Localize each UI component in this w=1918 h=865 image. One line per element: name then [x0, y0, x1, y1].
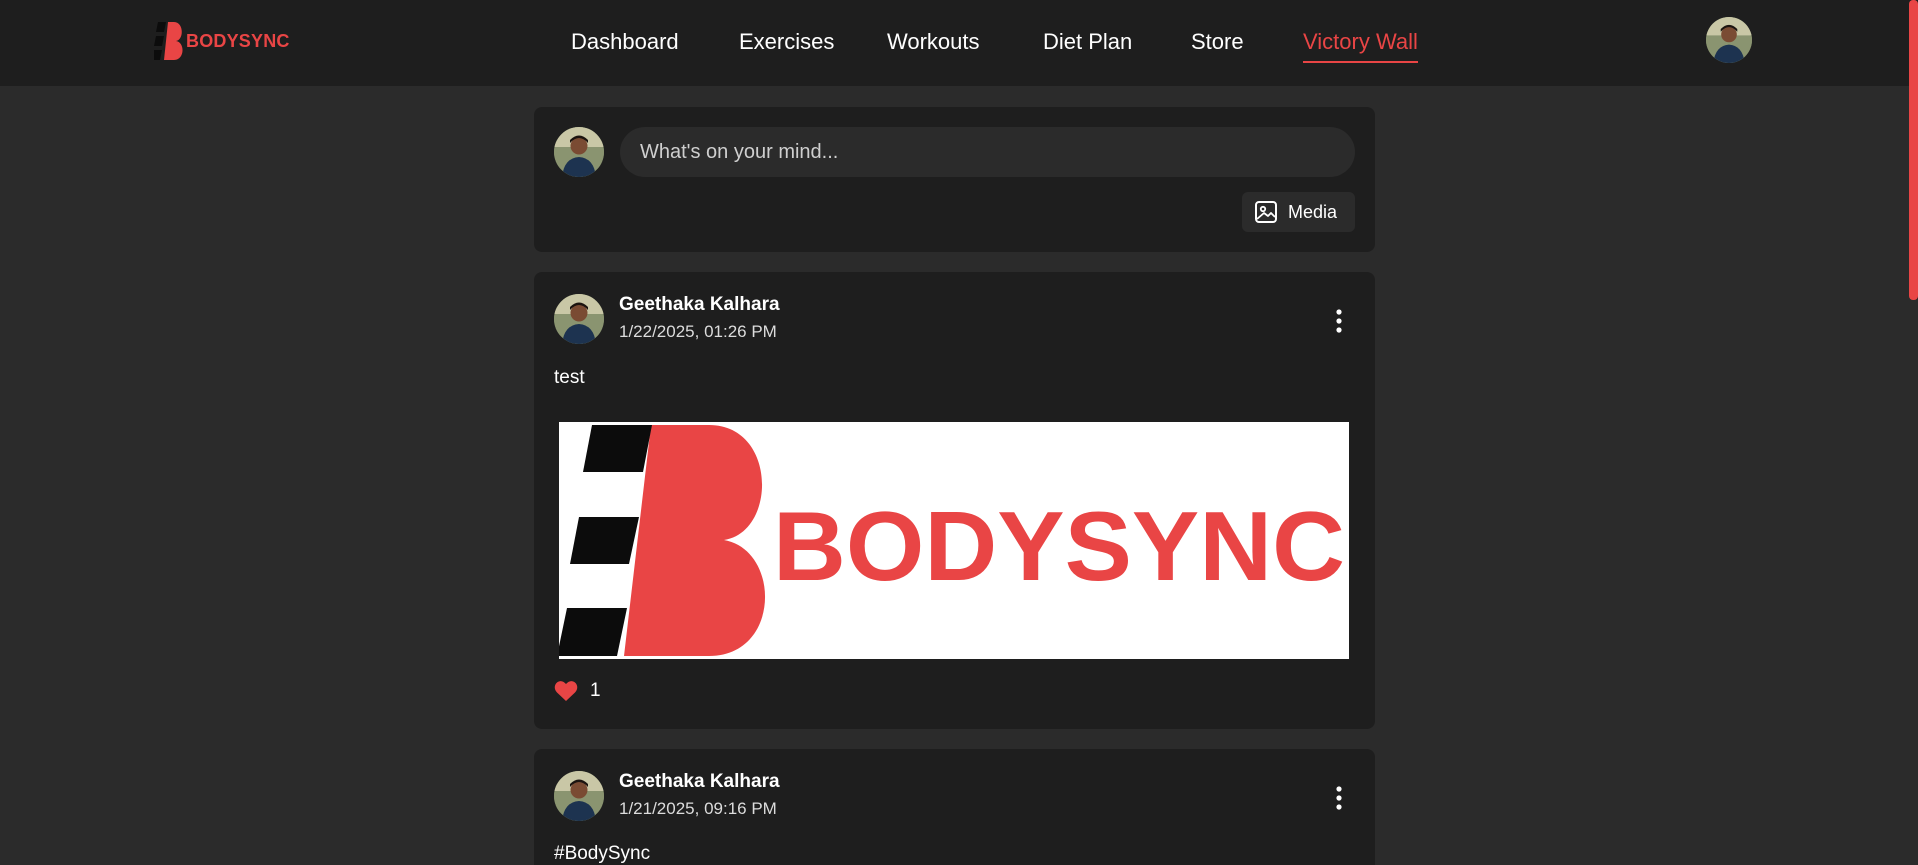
nav-diet-plan[interactable]: Diet Plan [1043, 27, 1132, 57]
post-timestamp: 1/22/2025, 01:26 PM [619, 322, 777, 341]
post-image-text: BODYSYNC [773, 491, 1345, 601]
post-text: test [554, 367, 585, 388]
bodysync-logo-image: BODYSYNC [559, 422, 1349, 659]
post-author-name[interactable]: Geethaka Kalhara [619, 771, 780, 793]
profile-avatar[interactable] [1706, 17, 1752, 63]
top-navbar: BODYSYNC Dashboard Exercises Workouts Di… [0, 0, 1918, 86]
post-input[interactable]: What's on your mind... [620, 127, 1355, 177]
like-count: 1 [590, 680, 601, 701]
media-button[interactable]: Media [1242, 192, 1355, 232]
image-icon [1255, 201, 1277, 223]
user-avatar-icon [554, 127, 604, 177]
heart-icon [554, 681, 578, 701]
post-card: Geethaka Kalhara 1/21/2025, 09:16 PM #Bo… [534, 749, 1375, 865]
user-avatar-icon [1706, 17, 1752, 63]
post-card: Geethaka Kalhara 1/22/2025, 01:26 PM tes… [534, 272, 1375, 729]
media-label: Media [1288, 201, 1338, 222]
post-composer: What's on your mind... Media [534, 107, 1375, 252]
page-scrollbar[interactable] [1909, 0, 1918, 300]
nav-exercises[interactable]: Exercises [739, 27, 834, 57]
post-image[interactable]: BODYSYNC [559, 422, 1349, 659]
more-options-icon[interactable] [1333, 785, 1345, 811]
more-options-icon[interactable] [1333, 308, 1345, 334]
post-text: #BodySync [554, 843, 651, 864]
composer-avatar [554, 127, 604, 177]
user-avatar-icon [554, 294, 604, 344]
user-avatar-icon [554, 771, 604, 821]
nav-store[interactable]: Store [1191, 27, 1244, 57]
main-nav: Dashboard Exercises Workouts Diet Plan S… [0, 0, 1918, 86]
like-button[interactable]: 1 [554, 680, 601, 702]
post-author-avatar[interactable] [554, 294, 604, 344]
nav-workouts[interactable]: Workouts [887, 27, 980, 57]
post-author-avatar[interactable] [554, 771, 604, 821]
nav-dashboard[interactable]: Dashboard [571, 27, 679, 57]
post-timestamp: 1/21/2025, 09:16 PM [619, 799, 777, 818]
nav-victory-wall[interactable]: Victory Wall [1303, 27, 1418, 63]
post-author-name[interactable]: Geethaka Kalhara [619, 294, 780, 316]
